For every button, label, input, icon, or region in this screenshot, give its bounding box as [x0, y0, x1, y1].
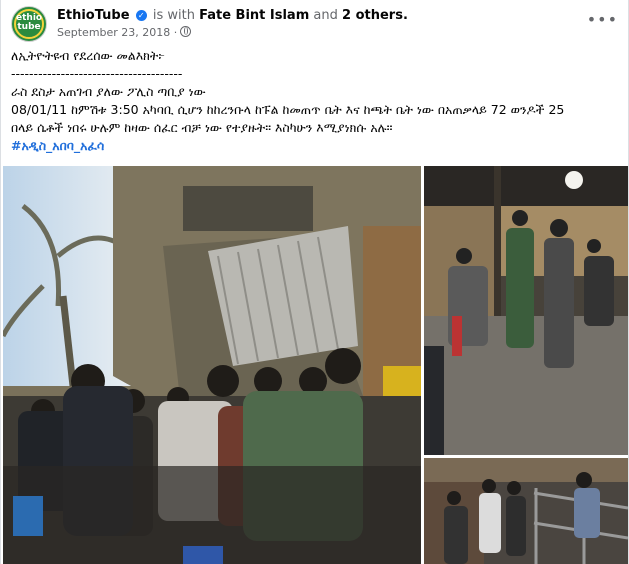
post-message: ለኢትዮትዩብ የደረሰው መልእክት፦ -------------------… — [11, 47, 614, 155]
tagged-person-link[interactable]: Fate Bint Islam — [199, 8, 309, 23]
photo-room[interactable] — [424, 166, 628, 455]
message-line: 08/01/11 ከምሽቱ 3:50 አካባቢ ሲሆን ከከረንቡላ ከፑል ከ… — [11, 102, 565, 117]
photo-main[interactable] — [3, 166, 421, 564]
photo-bunks[interactable] — [424, 458, 628, 564]
photo-room-image — [424, 166, 628, 455]
public-globe-icon — [180, 26, 192, 37]
hashtag-link[interactable]: #አዲስ_አበባ_አፈሳ — [11, 137, 614, 155]
message-line: ለኢትዮትዩብ የደረሰው መልእክት፦ — [11, 48, 165, 63]
more-options-icon[interactable]: ••• — [587, 10, 618, 29]
others-link[interactable]: 2 others. — [342, 8, 408, 23]
post-header: ethio tube EthioTube ✓ is with Fate Bint… — [11, 6, 618, 42]
post-date-link[interactable]: September 23, 2018 · — [57, 26, 177, 39]
page-avatar[interactable]: ethio tube — [11, 6, 47, 42]
avatar-logo-text: ethio tube — [16, 13, 43, 32]
and-text: and — [313, 8, 338, 23]
facebook-post: ethio tube EthioTube ✓ is with Fate Bint… — [0, 0, 629, 564]
message-line: በላይ ሴቶች ነበሩ ሁሉም ከዛው ሰፈር ብቻ ነው የተያዙት። እስካ… — [11, 120, 393, 135]
post-author-line: EthioTube ✓ is with Fate Bint Islam and … — [57, 7, 408, 24]
message-line: ራስ ደስታ አጠገብ ያለው ፖሊስ ጣቢያ ነው — [11, 84, 206, 99]
page-name-link[interactable]: EthioTube — [57, 8, 130, 23]
photo-main-image — [3, 166, 421, 564]
message-line: -------------------------------------- — [11, 66, 183, 81]
with-text: is with — [152, 8, 195, 23]
photo-grid — [3, 166, 628, 564]
verified-badge-icon: ✓ — [135, 10, 147, 21]
photo-bunks-image — [424, 458, 628, 564]
post-meta: September 23, 2018 · — [57, 26, 192, 39]
